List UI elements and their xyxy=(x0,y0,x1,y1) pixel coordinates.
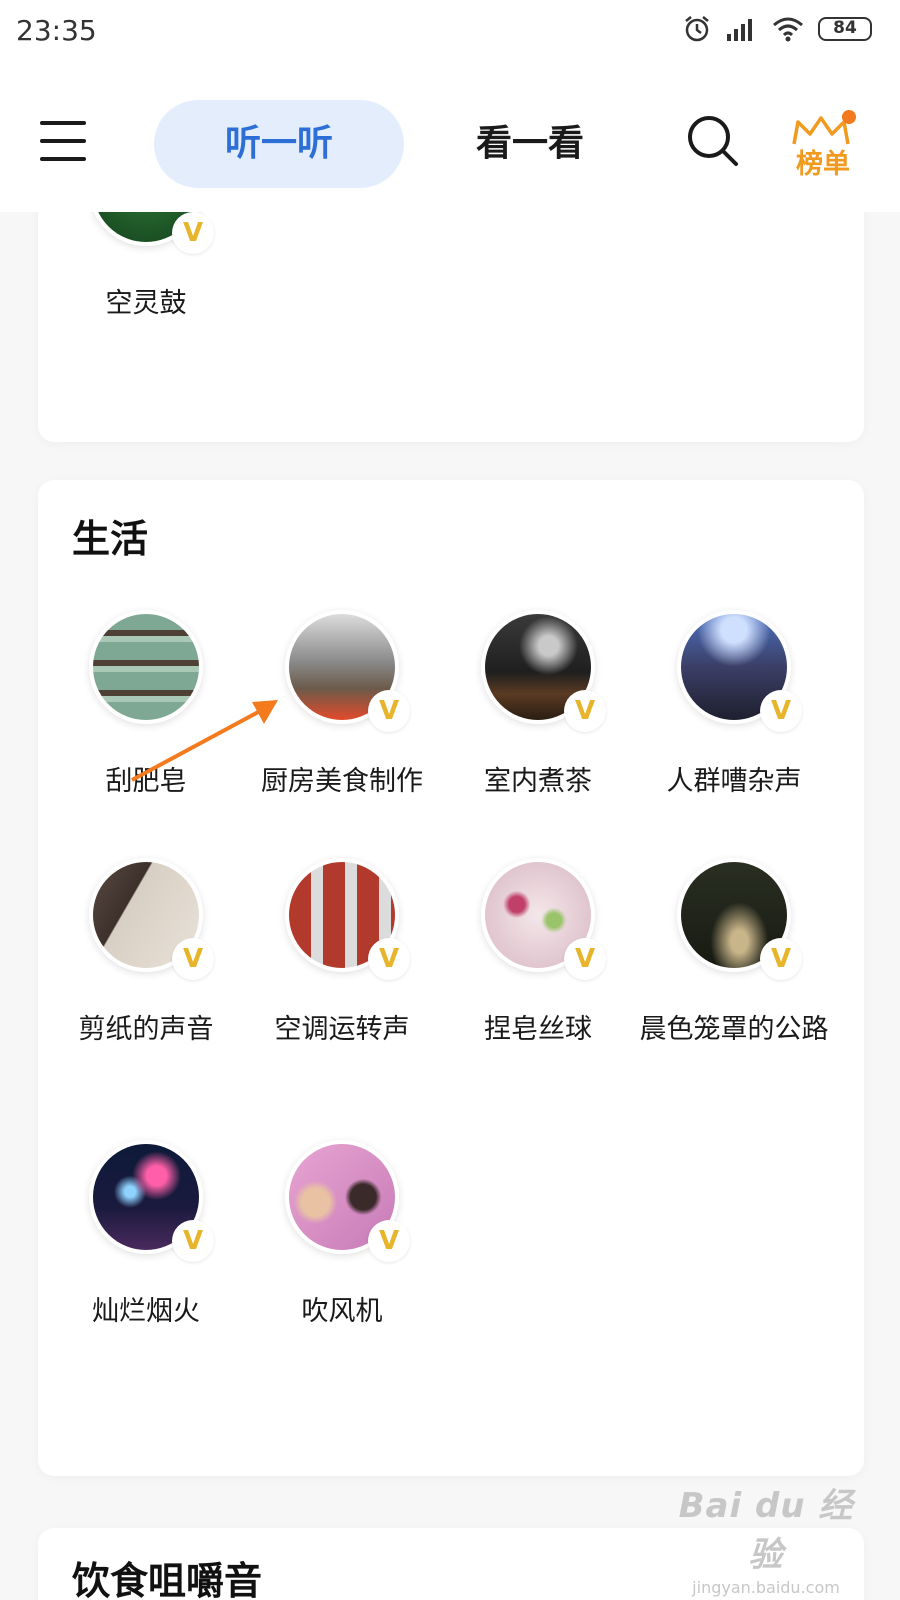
section-title: 饮食咀嚼音 xyxy=(72,1559,263,1600)
wifi-icon xyxy=(773,17,803,42)
item-label: 灿烂烟火 xyxy=(92,1296,200,1327)
sound-item[interactable]: 刮肥皂 xyxy=(46,610,246,800)
vip-badge: V xyxy=(368,938,410,980)
alarm-icon xyxy=(685,16,709,42)
status-time: 23:35 xyxy=(16,14,97,47)
notification-dot xyxy=(842,110,856,124)
status-bar: 23:35 84 xyxy=(0,0,900,62)
search-icon[interactable] xyxy=(686,114,740,168)
baidu-watermark: Bai du 经验 jingyan.baidu.com xyxy=(676,1478,856,1597)
life-category-card: 生活 刮肥皂 V 厨房美食制作 V 室内煮茶 V 人群嘈杂声 V 剪纸的声音 V… xyxy=(38,480,864,1476)
vip-badge: V xyxy=(760,690,802,732)
sound-item[interactable]: V 室内煮茶 xyxy=(438,610,638,800)
vip-badge: V xyxy=(760,938,802,980)
watermark-logo: Bai du 经验 xyxy=(678,1486,854,1575)
sound-item[interactable]: V 吹风机 xyxy=(242,1140,442,1330)
item-label: 空调运转声 xyxy=(274,1014,410,1045)
vip-badge: V xyxy=(564,690,606,732)
vip-badge: V xyxy=(564,938,606,980)
vip-badge: V xyxy=(368,1220,410,1262)
status-icons: 84 xyxy=(682,14,872,44)
sound-item[interactable]: V 人群嘈杂声 xyxy=(634,610,834,800)
vip-badge: V xyxy=(172,212,214,254)
menu-icon[interactable] xyxy=(40,119,86,163)
tab-watch[interactable]: 看一看 xyxy=(440,100,620,188)
sound-item[interactable]: V 空调运转声 xyxy=(242,858,442,1048)
ranking-button[interactable]: 榜单 xyxy=(790,110,856,180)
watermark-url: jingyan.baidu.com xyxy=(692,1578,840,1597)
sound-item[interactable]: V 厨房美食制作 xyxy=(242,610,442,800)
previous-category-card: V 空灵鼓 xyxy=(38,132,864,442)
vip-badge: V xyxy=(172,938,214,980)
item-label: 晨色笼罩的公路 xyxy=(639,1014,829,1045)
item-label: 吹风机 xyxy=(301,1296,383,1327)
tab-listen[interactable]: 听一听 xyxy=(154,100,404,188)
item-label: 空灵鼓 xyxy=(105,288,187,319)
sound-item[interactable]: V 捏皂丝球 xyxy=(438,858,638,1048)
item-label: 室内煮茶 xyxy=(484,766,592,797)
top-navigation-bar: 听一听 看一看 榜单 xyxy=(0,62,900,212)
item-label: 剪纸的声音 xyxy=(78,1014,214,1045)
ranking-label: 榜单 xyxy=(796,149,850,180)
section-title: 生活 xyxy=(72,517,149,561)
item-label: 人群嘈杂声 xyxy=(666,766,802,797)
item-label: 刮肥皂 xyxy=(105,766,187,797)
sound-item[interactable]: V 剪纸的声音 xyxy=(46,858,246,1048)
vip-badge: V xyxy=(368,690,410,732)
battery-indicator: 84 xyxy=(818,17,872,41)
sound-item[interactable]: V 晨色笼罩的公路 xyxy=(634,858,834,1048)
sound-item[interactable]: V 灿烂烟火 xyxy=(46,1140,246,1330)
signal-icon xyxy=(727,19,752,41)
item-label: 厨房美食制作 xyxy=(261,766,423,797)
item-label: 捏皂丝球 xyxy=(484,1014,592,1045)
vip-badge: V xyxy=(172,1220,214,1262)
soap-thumbnail xyxy=(89,610,203,724)
